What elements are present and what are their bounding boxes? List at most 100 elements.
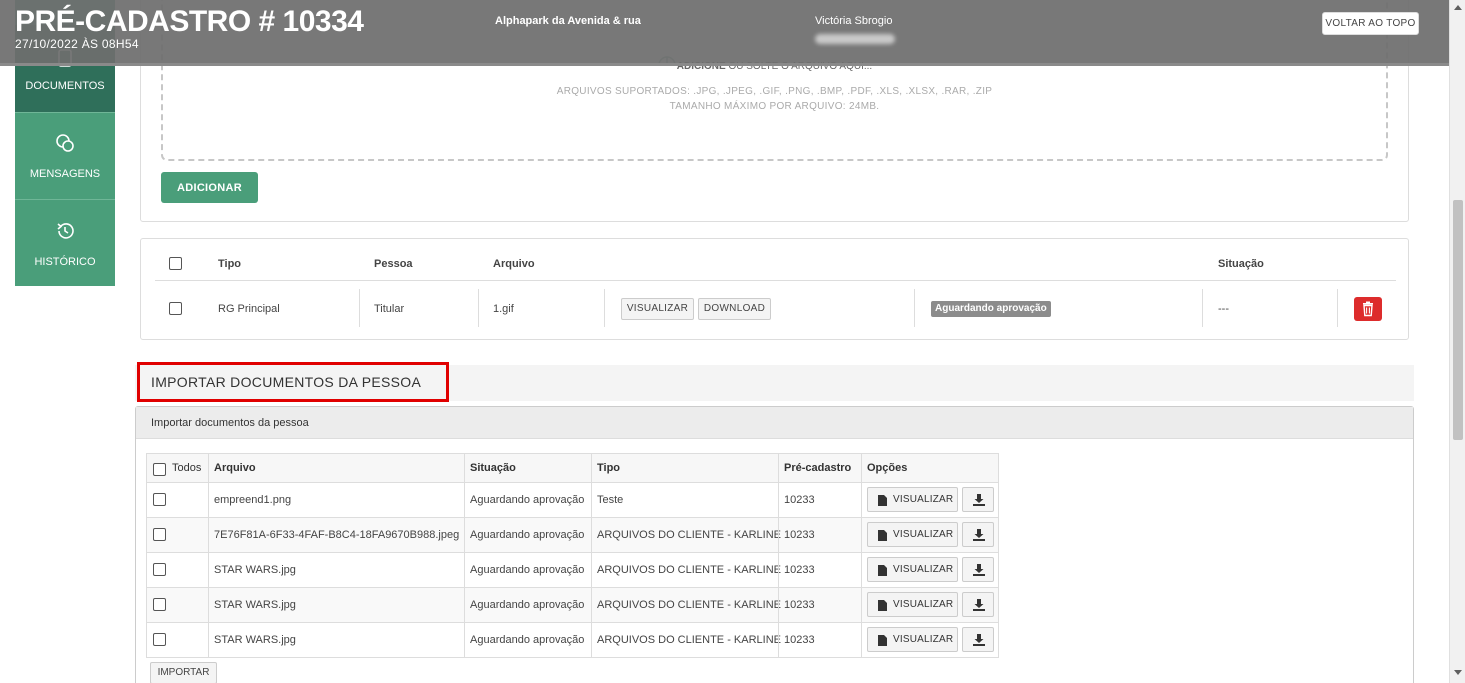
scroll-up-arrow-icon[interactable] [1454, 5, 1462, 10]
download-button[interactable] [962, 522, 994, 547]
column-divider [1337, 289, 1338, 327]
file-icon [878, 530, 887, 541]
doc-tipo: RG Principal [218, 303, 280, 315]
view-button[interactable]: VISUALIZAR [867, 522, 958, 547]
cell-tipo: ARQUIVOS DO CLIENTE - KARLINE [591, 553, 781, 587]
cell-tipo: ARQUIVOS DO CLIENTE - KARLINE [591, 588, 781, 622]
row-select-cell [147, 588, 208, 622]
doc-pessoa: Titular [374, 303, 405, 315]
view-button[interactable]: VISUALIZAR [867, 487, 958, 512]
view-button-label: VISUALIZAR [893, 529, 954, 540]
column-header-arquivo: Arquivo [493, 258, 535, 270]
column-header-tipo: Tipo [218, 258, 242, 270]
cell-precadastro: 10233 [778, 553, 861, 587]
sidebar-item-label: DOCUMENTOS [25, 80, 105, 92]
supported-formats-text: ARQUIVOS SUPORTADOS: .JPG, .JPEG, .GIF, … [556, 86, 993, 97]
view-button[interactable]: VISUALIZAR [621, 298, 694, 320]
column-header-opcoes: Opções [861, 454, 1000, 482]
download-button[interactable] [962, 592, 994, 617]
view-button-label: VISUALIZAR [893, 599, 954, 610]
column-header-tipo: Tipo [591, 454, 778, 482]
column-header-situacao: Situação [1218, 258, 1264, 270]
cell-precadastro: 10233 [778, 483, 861, 517]
column-divider [1202, 289, 1203, 327]
import-section-title: IMPORTAR DOCUMENTOS DA PESSOA [137, 362, 449, 402]
cell-opcoes: VISUALIZAR [861, 623, 1000, 657]
header-todos: Todos [147, 454, 208, 482]
table-row: STAR WARS.jpg Aguardando aprovação ARQUI… [146, 588, 999, 623]
redacted-value [815, 34, 895, 44]
history-icon [57, 223, 74, 239]
cell-opcoes: VISUALIZAR [861, 483, 1000, 517]
cell-situacao: Aguardando aprovação [464, 483, 591, 517]
file-icon [878, 495, 887, 506]
download-button[interactable] [962, 557, 994, 582]
scrollbar-thumb[interactable] [1453, 200, 1463, 440]
column-divider [914, 289, 915, 327]
cell-tipo: ARQUIVOS DO CLIENTE - KARLINE [591, 518, 781, 552]
table-row: STAR WARS.jpg Aguardando aprovação ARQUI… [146, 553, 999, 588]
cell-situacao: Aguardando aprovação [464, 518, 591, 552]
table-row: empreend1.png Aguardando aprovação Teste… [146, 483, 999, 518]
select-all-checkbox[interactable] [169, 257, 182, 270]
file-icon [878, 600, 887, 611]
vertical-scrollbar[interactable] [1449, 0, 1465, 683]
view-button[interactable]: VISUALIZAR [867, 557, 958, 582]
download-button[interactable]: DOWNLOAD [698, 298, 771, 320]
column-divider [359, 289, 360, 327]
sidebar-item-mensagens[interactable]: MENSAGENS [15, 112, 115, 199]
select-all-checkbox[interactable] [153, 463, 166, 476]
doc-arquivo: 1.gif [493, 303, 514, 315]
sidebar-item-historico[interactable]: HISTÓRICO [15, 200, 115, 287]
cell-opcoes: VISUALIZAR [861, 518, 1000, 552]
sticky-header: PRÉ-CADASTRO # 10334 27/10/2022 ÀS 08H54… [0, 0, 1449, 63]
download-icon [973, 634, 985, 646]
status-badge: Aguardando aprovação [931, 301, 1051, 317]
row-select-cell [147, 483, 208, 517]
person-name: Victória Sbrogio [815, 15, 893, 27]
table-header-divider [155, 280, 1396, 281]
column-header-situacao: Situação [464, 454, 591, 482]
view-button[interactable]: VISUALIZAR [867, 627, 958, 652]
row-checkbox[interactable] [153, 633, 166, 646]
column-header-arquivo: Arquivo [208, 454, 464, 482]
registration-date: 27/10/2022 ÀS 08H54 [15, 37, 139, 51]
chat-icon [56, 134, 74, 152]
column-header-precadastro: Pré-cadastro [778, 454, 861, 482]
view-button-label: VISUALIZAR [893, 494, 954, 505]
cell-arquivo: STAR WARS.jpg [208, 623, 464, 657]
import-panel-title: Importar documentos da pessoa [136, 407, 1413, 439]
download-button[interactable] [962, 487, 994, 512]
cell-opcoes: VISUALIZAR [861, 588, 1000, 622]
view-button-label: VISUALIZAR [893, 564, 954, 575]
page-title: PRÉ-CADASTRO # 10334 [15, 5, 364, 38]
table-row: STAR WARS.jpg Aguardando aprovação ARQUI… [146, 623, 999, 658]
scroll-down-arrow-icon[interactable] [1454, 670, 1462, 675]
view-button[interactable]: VISUALIZAR [867, 592, 958, 617]
row-select-cell [147, 518, 208, 552]
column-divider [604, 289, 605, 327]
table-row: 7E76F81A-6F33-4FAF-B8C4-18FA9670B988.jpe… [146, 518, 999, 553]
sidebar-item-label: MENSAGENS [29, 168, 101, 180]
back-to-top-button[interactable]: VOLTAR AO TOPO [1322, 12, 1419, 35]
row-checkbox[interactable] [153, 563, 166, 576]
row-checkbox[interactable] [153, 493, 166, 506]
import-button[interactable]: IMPORTAR [150, 662, 217, 683]
cell-tipo: ARQUIVOS DO CLIENTE - KARLINE [591, 623, 781, 657]
delete-button[interactable] [1354, 297, 1382, 321]
cell-precadastro: 10233 [778, 518, 861, 552]
cell-precadastro: 10233 [778, 623, 861, 657]
max-size-text: TAMANHO MÁXIMO POR ARQUIVO: 24MB. [669, 101, 880, 112]
download-icon [973, 494, 985, 506]
header-divider [0, 63, 1449, 66]
row-checkbox[interactable] [153, 598, 166, 611]
header-todos-label: Todos [172, 462, 202, 474]
row-checkbox[interactable] [169, 302, 182, 315]
add-button[interactable]: ADICIONAR [161, 172, 258, 203]
download-button[interactable] [962, 627, 994, 652]
file-icon [878, 635, 887, 646]
cell-tipo: Teste [591, 483, 778, 517]
cell-situacao: Aguardando aprovação [464, 553, 591, 587]
row-checkbox[interactable] [153, 528, 166, 541]
view-button-label: VISUALIZAR [893, 634, 954, 645]
